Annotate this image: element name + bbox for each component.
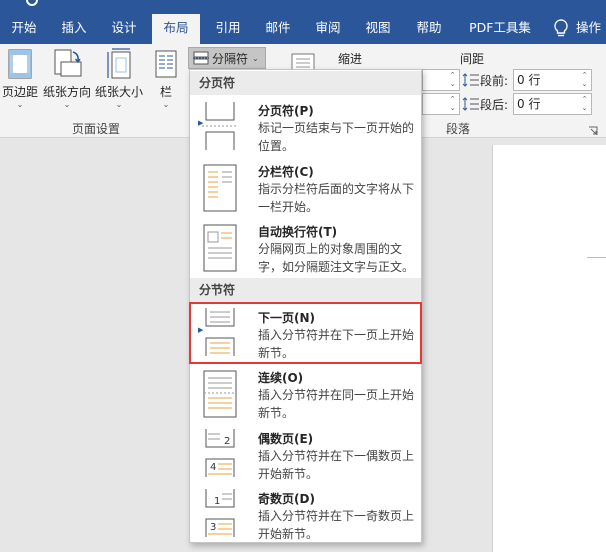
continuous-section-icon — [203, 370, 237, 418]
tab-layout[interactable]: 布局 — [152, 14, 200, 44]
svg-text:2: 2 — [224, 436, 230, 447]
lightbulb-icon[interactable] — [552, 18, 570, 38]
space-after-icon — [462, 97, 479, 111]
menu-item-desc: 标记一页结束与下一页开始的位置。 — [258, 121, 415, 153]
ribbon-tab-bar: 开始 插入 设计 布局 引用 邮件 审阅 视图 帮助 PDF工具集 操作 — [0, 12, 606, 44]
indent-right-field[interactable]: ⌃ ⌄ — [422, 93, 460, 115]
page-setup-group-label: 页面设置 — [72, 122, 121, 136]
page-break-icon — [202, 102, 238, 150]
tab-tell-me[interactable]: 操作 — [576, 12, 606, 44]
tab-references[interactable]: 引用 — [204, 12, 252, 44]
chevron-down-icon: ⌄ — [252, 53, 259, 63]
spinner-arrows-icon[interactable]: ⌃ ⌄ — [580, 71, 589, 89]
breaks-label: 分隔符 — [212, 51, 249, 66]
margins-label: 页边距 — [1, 85, 38, 99]
margins-button[interactable]: 页边距 ⌄ — [0, 48, 40, 110]
chevron-down-icon: ⌄ — [63, 100, 71, 109]
indent-left-field[interactable]: ⌃ ⌄ — [422, 69, 460, 91]
menu-item-title: 分页符(P) — [258, 104, 314, 118]
breaks-button[interactable]: 分隔符 ⌄ — [188, 47, 266, 69]
highlight-box — [189, 302, 422, 364]
space-before-label: 段前: — [480, 74, 509, 88]
orientation-label: 纸张方向 — [42, 85, 91, 99]
svg-text:1: 1 — [214, 496, 220, 507]
spinner-arrows-icon[interactable]: ⌃ ⌄ — [448, 71, 457, 89]
margin-marker — [587, 257, 606, 258]
tab-design[interactable]: 设计 — [100, 12, 148, 44]
size-label: 纸张大小 — [94, 85, 143, 99]
paragraph-group-label: 段落 — [446, 122, 471, 136]
menu-item-title: 自动换行符(T) — [258, 225, 338, 239]
text-wrapping-icon — [203, 224, 237, 272]
tab-help[interactable]: 帮助 — [404, 12, 454, 44]
section-breaks-header: 分节符 — [190, 278, 421, 302]
even-page-section-icon: 2 4 — [205, 429, 235, 477]
menu-item-column-break[interactable]: 分栏符(C) 指示分栏符后面的文字将从下一栏开始。 — [190, 158, 421, 218]
paper-size-icon — [107, 48, 131, 79]
page-breaks-header: 分页符 — [190, 71, 421, 95]
title-bar — [0, 0, 606, 12]
menu-item-title: 分栏符(C) — [258, 165, 314, 179]
menu-item-continuous[interactable]: 连续(O) 插入分节符并在同一页上开始新节。 — [190, 364, 421, 424]
spacing-label: 间距 — [460, 52, 485, 66]
breaks-icon — [193, 51, 209, 65]
menu-item-even-page[interactable]: 2 4 偶数页(E) 插入分节符并在下一偶数页上开始新节。 — [190, 425, 421, 485]
margins-icon — [8, 49, 32, 79]
document-page[interactable] — [492, 145, 606, 552]
odd-page-section-icon: 1 3 — [205, 489, 235, 537]
columns-label: 栏 — [159, 85, 172, 99]
menu-item-odd-page[interactable]: 1 3 奇数页(D) 插入分节符并在下一奇数页上开始新节。 — [190, 485, 421, 543]
spinner-arrows-icon[interactable]: ⌃ ⌄ — [448, 95, 457, 113]
indent-label: 缩进 — [338, 52, 363, 66]
dialog-launcher-icon[interactable] — [588, 126, 598, 136]
spinner-arrows-icon[interactable]: ⌃ ⌄ — [580, 95, 589, 113]
tab-review[interactable]: 审阅 — [304, 12, 352, 44]
menu-item-text-wrapping[interactable]: 自动换行符(T) 分隔网页上的对象周围的文字，如分隔题注文字与正文。 — [190, 218, 421, 278]
chevron-down-icon: ⌄ — [115, 100, 123, 109]
size-button[interactable]: 纸张大小 ⌄ — [94, 48, 144, 110]
tab-home[interactable]: 开始 — [0, 12, 48, 44]
tab-view[interactable]: 视图 — [354, 12, 402, 44]
space-after-label: 段后: — [480, 98, 509, 112]
space-before-icon — [462, 73, 479, 87]
menu-item-desc: 插入分节符并在同一页上开始新节。 — [258, 388, 415, 420]
chevron-down-icon: ⌄ — [16, 100, 24, 109]
tab-insert[interactable]: 插入 — [50, 12, 98, 44]
svg-text:4: 4 — [210, 462, 216, 473]
menu-item-desc: 插入分节符并在下一奇数页上开始新节。 — [258, 509, 415, 541]
menu-item-title: 连续(O) — [258, 371, 304, 385]
space-after-value: 0 行 — [517, 97, 541, 111]
space-before-field[interactable]: 0 行 ⌃ ⌄ — [513, 69, 592, 91]
menu-item-title: 偶数页(E) — [258, 432, 314, 446]
menu-item-page-break[interactable]: ▶ 分页符(P) 标记一页结束与下一页开始的位置。 — [190, 97, 421, 157]
space-after-field[interactable]: 0 行 ⌃ ⌄ — [513, 93, 592, 115]
svg-text:3: 3 — [210, 522, 216, 533]
tab-pdf-tools[interactable]: PDF工具集 — [460, 12, 540, 44]
column-break-icon — [203, 164, 237, 212]
menu-item-desc: 分隔网页上的对象周围的文字，如分隔题注文字与正文。 — [258, 242, 415, 274]
tab-mailings[interactable]: 邮件 — [254, 12, 302, 44]
columns-button[interactable]: 栏 ⌄ — [150, 48, 182, 110]
menu-item-desc: 插入分节符并在下一偶数页上开始新节。 — [258, 449, 415, 481]
menu-item-title: 奇数页(D) — [258, 492, 315, 506]
space-before-value: 0 行 — [517, 73, 541, 87]
columns-icon — [155, 50, 177, 78]
orientation-button[interactable]: 纸张方向 ⌄ — [42, 48, 92, 110]
app-icon — [26, 0, 38, 6]
orientation-icon — [54, 49, 82, 77]
menu-item-desc: 指示分栏符后面的文字将从下一栏开始。 — [258, 182, 415, 214]
chevron-down-icon: ⌄ — [162, 100, 170, 109]
